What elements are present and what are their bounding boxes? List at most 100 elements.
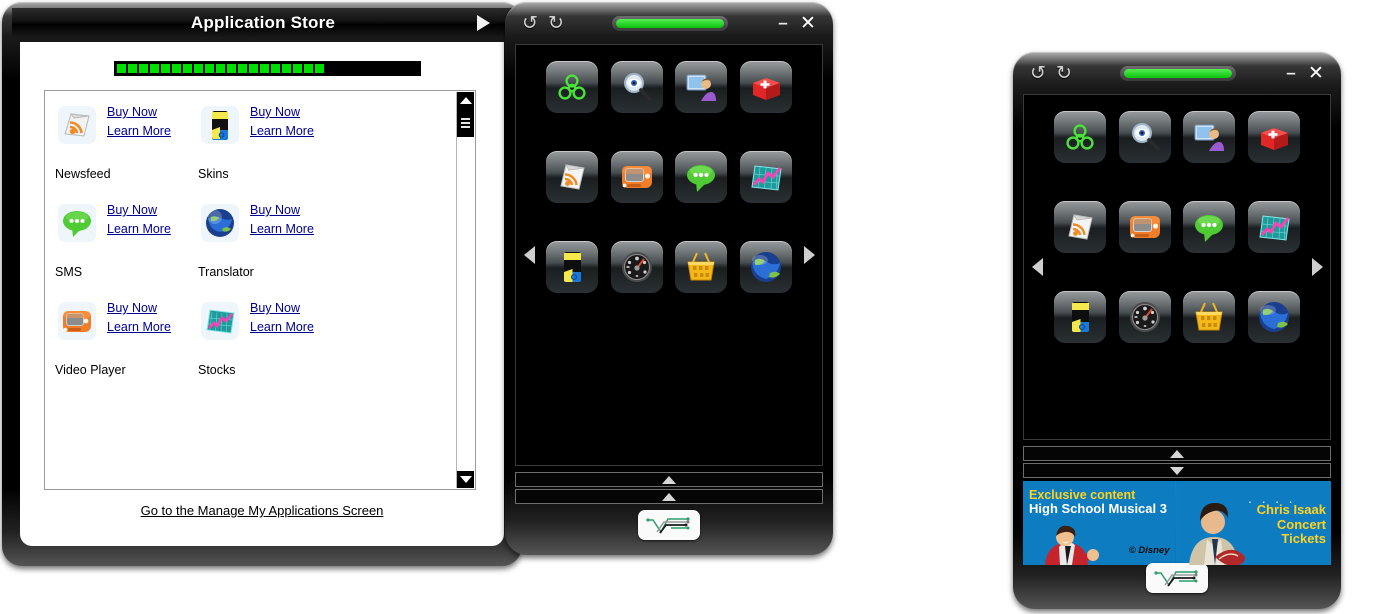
undo-arrow-icon[interactable]: ↺ — [517, 14, 543, 33]
spy-search-icon[interactable] — [1118, 111, 1171, 163]
globe-icon[interactable] — [739, 241, 792, 293]
progress-segment — [293, 64, 302, 73]
ad-line-1: Chris Isaak — [1256, 502, 1326, 517]
progress-segment — [271, 64, 280, 73]
scroll-up-arrow-icon[interactable] — [457, 92, 474, 109]
expand-up-icon[interactable] — [1023, 446, 1331, 461]
remote-user-icon[interactable] — [1183, 111, 1236, 163]
spy-search-icon[interactable] — [610, 61, 663, 113]
battery-indicator — [612, 15, 728, 31]
redo-arrow-icon[interactable]: ↻ — [1051, 64, 1077, 83]
play-right-icon[interactable] — [477, 15, 490, 31]
list-item-label: Newsfeed — [55, 167, 111, 181]
minimize-button[interactable]: – — [771, 13, 795, 33]
list-item[interactable]: Buy Now Learn More Stocks — [196, 295, 339, 393]
redo-arrow-icon[interactable]: ↻ — [543, 14, 569, 33]
logo-row — [505, 510, 833, 540]
learn-more-link[interactable]: Learn More — [250, 220, 314, 239]
arrow-right-icon[interactable] — [798, 45, 820, 465]
buy-now-link[interactable]: Buy Now — [107, 201, 171, 220]
skins-phone-icon[interactable] — [546, 241, 598, 293]
progress-segment — [139, 64, 148, 73]
list-item-links: Buy Now Learn More — [107, 299, 171, 337]
remote-user-icon[interactable] — [675, 61, 728, 113]
collapse-down-icon[interactable] — [1023, 463, 1331, 478]
device-titlebar: ↺ ↻ – ✕ — [1025, 59, 1329, 87]
progress-segment — [117, 64, 126, 73]
basket-icon[interactable] — [675, 241, 728, 293]
skins-phone-icon[interactable] — [1054, 291, 1106, 343]
progress-segment — [227, 64, 236, 73]
arrow-right-icon[interactable] — [1306, 95, 1328, 439]
list-item-label: Translator — [198, 265, 254, 279]
tv-icon — [55, 299, 99, 343]
scroll-down-arrow-icon[interactable] — [457, 471, 474, 488]
list-item-label: Video Player — [55, 363, 126, 377]
scrollbar[interactable] — [456, 92, 474, 488]
expand-up-icon[interactable] — [515, 489, 823, 504]
globe-icon[interactable] — [1247, 291, 1300, 343]
rss-newsfeed-icon[interactable] — [1054, 201, 1106, 253]
manage-applications-link-row: Go to the Manage My Applications Screen — [20, 502, 504, 520]
chat-bubble-icon[interactable] — [675, 151, 728, 203]
progress-segment — [161, 64, 170, 73]
ad-banner[interactable]: . . . . Chris Isaak Concert Tickets — [1178, 481, 1331, 565]
store-page: Buy Now Learn More Newsfeed Buy Now Lear… — [20, 42, 504, 546]
list-item[interactable]: Buy Now Learn More Newsfeed — [53, 99, 196, 197]
tv-icon[interactable] — [1118, 201, 1171, 253]
list-item[interactable]: Buy Now Learn More Skins — [196, 99, 339, 197]
close-button[interactable]: ✕ — [795, 12, 821, 35]
stocks-chart-icon[interactable] — [739, 151, 792, 203]
learn-more-link[interactable]: Learn More — [107, 122, 171, 141]
learn-more-link[interactable]: Learn More — [107, 318, 171, 337]
device-window-2: ↺ ↻ – ✕ Exclusive content High School Mu… — [1013, 52, 1341, 609]
arrow-left-icon[interactable] — [518, 45, 540, 465]
progress-segment — [249, 64, 258, 73]
ad-line-3: Tickets — [1281, 531, 1326, 547]
expand-up-icon[interactable] — [515, 472, 823, 487]
dashboard-gauge-icon[interactable] — [610, 241, 663, 293]
basket-icon[interactable] — [1183, 291, 1236, 343]
page-title: Application Store — [190, 13, 336, 32]
first-aid-icon[interactable] — [739, 61, 792, 113]
ad-line-2: Concert — [1276, 516, 1326, 532]
list-item-links: Buy Now Learn More — [250, 201, 314, 239]
device-screen — [515, 44, 823, 466]
undo-arrow-icon[interactable]: ↺ — [1025, 64, 1051, 83]
ad-subline: High School Musical 3 — [1029, 501, 1167, 516]
rss-newsfeed-icon[interactable] — [546, 151, 598, 203]
buy-now-link[interactable]: Buy Now — [107, 103, 171, 122]
battery-indicator — [1120, 65, 1236, 81]
application-store-window: Application Store Buy Now Learn More New… — [2, 2, 522, 566]
circuit-v-logo[interactable] — [1146, 563, 1208, 593]
close-button[interactable]: ✕ — [1303, 62, 1329, 85]
learn-more-link[interactable]: Learn More — [250, 318, 314, 337]
minimize-button[interactable]: – — [1279, 63, 1303, 83]
list-item[interactable]: Buy Now Learn More SMS — [53, 197, 196, 295]
first-aid-icon[interactable] — [1247, 111, 1300, 163]
arrow-left-icon[interactable] — [1026, 95, 1048, 439]
biohazard-icon[interactable] — [1054, 111, 1106, 163]
progress-segment — [194, 64, 203, 73]
ad-headline: Chris Isaak Concert Tickets — [1256, 502, 1326, 547]
list-item[interactable]: Buy Now Learn More Translator — [196, 197, 339, 295]
circuit-v-logo[interactable] — [638, 510, 700, 540]
learn-more-link[interactable]: Learn More — [107, 220, 171, 239]
list-item-label: Skins — [198, 167, 229, 181]
learn-more-link[interactable]: Learn More — [250, 122, 314, 141]
dashboard-gauge-icon[interactable] — [1118, 291, 1171, 343]
stocks-chart-icon — [198, 299, 242, 343]
logo-row — [1013, 563, 1341, 593]
biohazard-icon[interactable] — [546, 61, 598, 113]
ad-banner[interactable]: Exclusive content High School Musical 3 … — [1023, 481, 1176, 565]
buy-now-link[interactable]: Buy Now — [250, 299, 314, 318]
buy-now-link[interactable]: Buy Now — [250, 201, 314, 220]
buy-now-link[interactable]: Buy Now — [250, 103, 314, 122]
scrollbar-thumb[interactable] — [457, 109, 474, 137]
buy-now-link[interactable]: Buy Now — [107, 299, 171, 318]
stocks-chart-icon[interactable] — [1247, 201, 1300, 253]
manage-applications-link[interactable]: Go to the Manage My Applications Screen — [141, 503, 384, 518]
list-item[interactable]: Buy Now Learn More Video Player — [53, 295, 196, 393]
tv-icon[interactable] — [610, 151, 663, 203]
chat-bubble-icon[interactable] — [1183, 201, 1236, 253]
